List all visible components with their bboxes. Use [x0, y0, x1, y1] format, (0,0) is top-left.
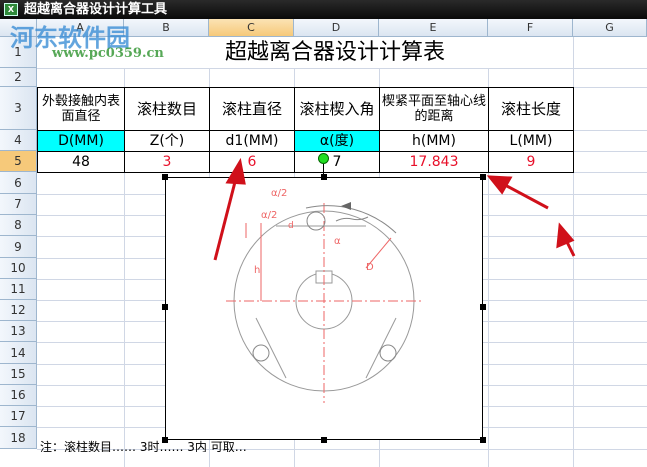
- red-arrow-head: [556, 222, 575, 249]
- red-arrow-head: [486, 175, 513, 195]
- red-arrow-head: [225, 157, 246, 185]
- red-arrow: [504, 183, 549, 210]
- red-arrow: [213, 177, 238, 261]
- annotation-arrows: [213, 157, 576, 261]
